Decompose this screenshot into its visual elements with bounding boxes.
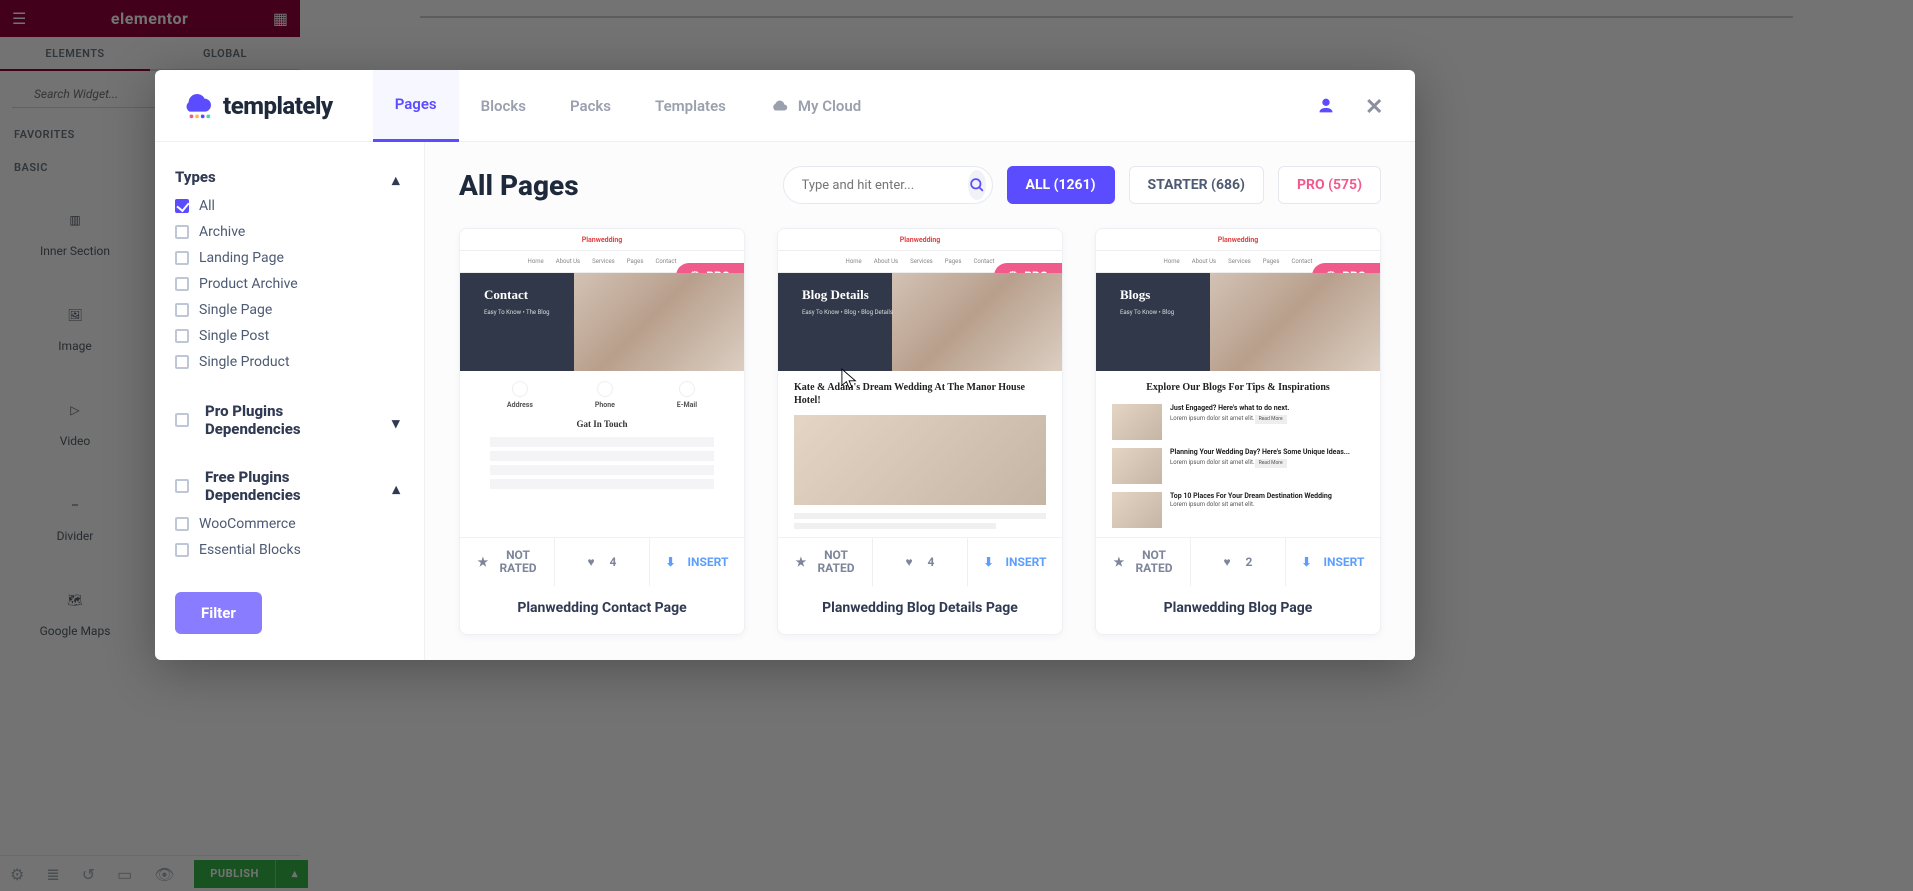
templately-brand-text: templately bbox=[223, 92, 333, 120]
template-thumbnail: Planwedding HomeAbout UsServicesPagesCon… bbox=[1096, 229, 1380, 537]
user-icon[interactable] bbox=[1315, 95, 1337, 117]
cloud-icon bbox=[770, 97, 788, 115]
page-title: All Pages bbox=[459, 169, 579, 202]
pro-plugins-group-header[interactable]: Pro Plugins Dependencies ▾ bbox=[175, 394, 404, 446]
template-grid: Planwedding HomeAbout UsServicesPagesCon… bbox=[459, 228, 1381, 635]
card-footer: ★ NOTRATED ♥4 ⬇INSERT bbox=[460, 537, 744, 586]
type-option-single-product[interactable]: Single Product bbox=[175, 354, 404, 370]
search-input[interactable] bbox=[802, 178, 968, 193]
heart-icon: ♥ bbox=[588, 555, 602, 569]
star-icon: ★ bbox=[1113, 555, 1127, 569]
checkbox-icon bbox=[175, 303, 189, 317]
filter-pill-pro[interactable]: PRO (575) bbox=[1278, 166, 1381, 204]
template-thumbnail: Planwedding HomeAbout UsServicesPagesCon… bbox=[778, 229, 1062, 537]
checkbox-icon bbox=[175, 329, 189, 343]
card-footer: ★ NOTRATED ♥4 ⬇INSERT bbox=[778, 537, 1062, 586]
checkbox-icon bbox=[175, 251, 189, 265]
insert-button[interactable]: ⬇INSERT bbox=[649, 538, 744, 586]
type-option-single-post[interactable]: Single Post bbox=[175, 328, 404, 344]
filter-sidebar: Types ▴ All Archive Landing Page Product… bbox=[155, 142, 425, 660]
rate-button[interactable]: ★ NOTRATED bbox=[778, 538, 872, 586]
tab-blocks[interactable]: Blocks bbox=[459, 70, 548, 142]
template-thumbnail: Planwedding HomeAbout UsServicesPagesCon… bbox=[460, 229, 744, 537]
free-plugins-group-header[interactable]: Free Plugins Dependencies ▴ bbox=[175, 460, 404, 512]
type-option-product-archive[interactable]: Product Archive bbox=[175, 276, 404, 292]
template-name: Planwedding Blog Page bbox=[1096, 586, 1380, 634]
results-panel: All Pages ALL (1261) STARTER (686) PRO (… bbox=[425, 142, 1415, 660]
modal-header: templately Pages Blocks Packs Templates … bbox=[155, 70, 1415, 142]
checkbox-icon bbox=[175, 355, 189, 369]
search-button[interactable] bbox=[968, 170, 986, 200]
insert-button[interactable]: ⬇INSERT bbox=[1285, 538, 1380, 586]
modal-nav: Pages Blocks Packs Templates My Cloud bbox=[373, 70, 884, 142]
type-option-all[interactable]: All bbox=[175, 198, 404, 214]
chevron-down-icon: ▾ bbox=[392, 414, 404, 426]
rate-button[interactable]: ★ NOTRATED bbox=[1096, 538, 1190, 586]
cloud-logo-icon bbox=[183, 91, 213, 121]
template-name: Planwedding Contact Page bbox=[460, 586, 744, 634]
star-icon: ★ bbox=[795, 555, 809, 569]
heart-icon: ♥ bbox=[1224, 555, 1238, 569]
like-button[interactable]: ♥2 bbox=[1190, 538, 1285, 586]
type-option-archive[interactable]: Archive bbox=[175, 224, 404, 240]
chevron-up-icon: ▴ bbox=[392, 480, 404, 492]
download-icon: ⬇ bbox=[666, 555, 680, 569]
checkbox-icon bbox=[175, 199, 189, 213]
checkbox-icon bbox=[175, 277, 189, 291]
template-search bbox=[783, 166, 993, 204]
tab-packs[interactable]: Packs bbox=[548, 70, 633, 142]
tab-pages[interactable]: Pages bbox=[373, 70, 459, 142]
template-name: Planwedding Blog Details Page bbox=[778, 586, 1062, 634]
template-card[interactable]: Planwedding HomeAbout UsServicesPagesCon… bbox=[1095, 228, 1381, 635]
star-icon: ★ bbox=[477, 555, 491, 569]
tab-templates[interactable]: Templates bbox=[633, 70, 748, 142]
download-icon: ⬇ bbox=[984, 555, 998, 569]
checkbox-icon bbox=[175, 225, 189, 239]
close-icon[interactable]: ✕ bbox=[1365, 95, 1387, 117]
free-plugin-essential-blocks[interactable]: Essential Blocks bbox=[175, 542, 404, 558]
templately-modal: templately Pages Blocks Packs Templates … bbox=[155, 70, 1415, 660]
download-icon: ⬇ bbox=[1302, 555, 1316, 569]
checkbox-icon bbox=[175, 543, 189, 557]
type-option-single-page[interactable]: Single Page bbox=[175, 302, 404, 318]
templately-logo[interactable]: templately bbox=[183, 91, 333, 121]
checkbox-icon bbox=[175, 517, 189, 531]
type-option-landing[interactable]: Landing Page bbox=[175, 250, 404, 266]
types-group-header[interactable]: Types ▴ bbox=[175, 160, 404, 194]
checkbox-icon bbox=[175, 413, 189, 427]
results-toolbar: All Pages ALL (1261) STARTER (686) PRO (… bbox=[459, 166, 1381, 204]
filter-button[interactable]: Filter bbox=[175, 592, 262, 634]
filter-pill-all[interactable]: ALL (1261) bbox=[1007, 166, 1115, 204]
filter-pill-starter[interactable]: STARTER (686) bbox=[1129, 166, 1264, 204]
tab-my-cloud[interactable]: My Cloud bbox=[748, 70, 883, 142]
insert-button[interactable]: ⬇INSERT bbox=[967, 538, 1062, 586]
checkbox-icon bbox=[175, 479, 189, 493]
chevron-up-icon: ▴ bbox=[392, 171, 404, 183]
card-footer: ★ NOTRATED ♥2 ⬇INSERT bbox=[1096, 537, 1380, 586]
like-button[interactable]: ♥4 bbox=[872, 538, 967, 586]
heart-icon: ♥ bbox=[906, 555, 920, 569]
template-card[interactable]: Planwedding HomeAbout UsServicesPagesCon… bbox=[777, 228, 1063, 635]
rate-button[interactable]: ★ NOTRATED bbox=[460, 538, 554, 586]
template-card[interactable]: Planwedding HomeAbout UsServicesPagesCon… bbox=[459, 228, 745, 635]
free-plugin-woocommerce[interactable]: WooCommerce bbox=[175, 516, 404, 532]
like-button[interactable]: ♥4 bbox=[554, 538, 649, 586]
